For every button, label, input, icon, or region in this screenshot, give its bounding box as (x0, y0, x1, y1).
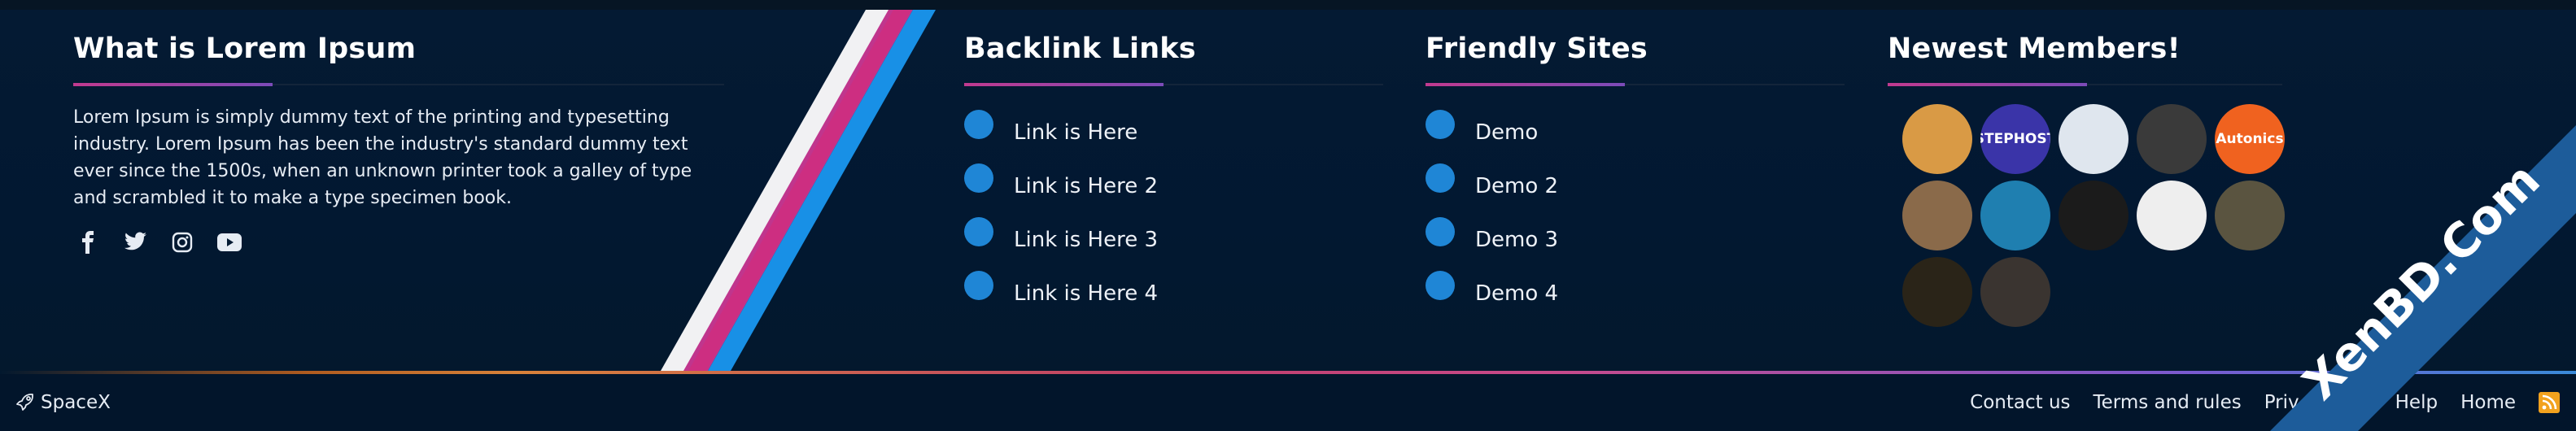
social-links (73, 228, 724, 257)
bullet-icon (964, 163, 993, 193)
nav-terms[interactable]: Terms and rules (2094, 392, 2242, 413)
member-avatar[interactable] (2215, 181, 2285, 250)
about-underline (73, 83, 724, 86)
backlinks-column: Backlink Links Link is Here Link is Here… (964, 33, 1383, 320)
bullet-icon (1426, 271, 1455, 300)
nav-home[interactable]: Home (2460, 392, 2516, 413)
bullet-icon (964, 217, 993, 246)
friendly-underline (1426, 83, 1845, 86)
brand-link[interactable]: SpaceX (15, 392, 111, 413)
about-column: What is Lorem Ipsum Lorem Ipsum is simpl… (73, 33, 724, 257)
avatar-label: Autonics (2216, 131, 2284, 147)
member-avatar[interactable] (1902, 104, 1972, 174)
member-avatar[interactable] (1980, 257, 2050, 327)
bottom-bar: SpaceX Contact us Terms and rules Priv H… (0, 374, 2576, 431)
brand-label[interactable]: SpaceX (41, 392, 111, 413)
backlinks-list: Link is Here Link is Here 2 Link is Here… (964, 106, 1196, 320)
friendly-column: Friendly Sites Demo Demo 2 Demo 3 Demo 4 (1426, 33, 1845, 320)
bullet-icon (1426, 163, 1455, 193)
nav-privacy[interactable]: Priv (2264, 392, 2299, 413)
about-text: Lorem Ipsum is simply dummy text of the … (73, 107, 692, 208)
members-title: Newest Members! (1888, 33, 2181, 65)
facebook-icon[interactable] (73, 228, 103, 257)
member-avatar[interactable] (1980, 181, 2050, 250)
twitter-icon[interactable] (120, 228, 150, 257)
member-avatar[interactable] (1902, 257, 1972, 327)
member-avatar[interactable] (2059, 181, 2128, 250)
member-avatar[interactable] (2137, 104, 2207, 174)
member-avatar[interactable] (2059, 104, 2128, 174)
list-item[interactable]: Link is Here (964, 106, 1196, 159)
backlinks-underline (964, 83, 1383, 86)
rocket-icon (16, 394, 33, 411)
member-avatar[interactable]: STEPHOST (1980, 104, 2050, 174)
members-column: Newest Members! STEPHOST Autonics (1888, 33, 2285, 327)
list-item[interactable]: Link is Here 3 (964, 213, 1196, 267)
bullet-icon (964, 271, 993, 300)
bullet-icon (1426, 110, 1455, 139)
list-item[interactable]: Demo (1426, 106, 1648, 159)
bullet-icon (1426, 217, 1455, 246)
member-avatar[interactable] (2137, 181, 2207, 250)
list-item[interactable]: Demo 2 (1426, 159, 1648, 213)
rss-icon[interactable] (2539, 392, 2560, 413)
nav-contact[interactable]: Contact us (1970, 392, 2070, 413)
bullet-icon (964, 110, 993, 139)
about-title: What is Lorem Ipsum (73, 33, 417, 65)
nav-help[interactable]: Help (2395, 392, 2438, 413)
avatar-label: STEPHOST (1980, 131, 2050, 147)
footer-nav: Contact us Terms and rules Priv Help Hom… (1970, 392, 2576, 413)
backlinks-title: Backlink Links (964, 33, 1196, 65)
list-item[interactable]: Demo 4 (1426, 267, 1648, 320)
friendly-title: Friendly Sites (1426, 33, 1648, 65)
member-avatar[interactable]: Autonics (2215, 104, 2285, 174)
top-band (0, 0, 2576, 10)
member-avatar[interactable] (1902, 181, 1972, 250)
list-item[interactable]: Link is Here 4 (964, 267, 1196, 320)
member-avatars: STEPHOST Autonics (1888, 104, 2285, 327)
instagram-icon[interactable] (168, 228, 197, 257)
members-underline (1888, 83, 2285, 86)
friendly-list: Demo Demo 2 Demo 3 Demo 4 (1426, 106, 1648, 320)
youtube-icon[interactable] (215, 228, 244, 257)
list-item[interactable]: Link is Here 2 (964, 159, 1196, 213)
list-item[interactable]: Demo 3 (1426, 213, 1648, 267)
